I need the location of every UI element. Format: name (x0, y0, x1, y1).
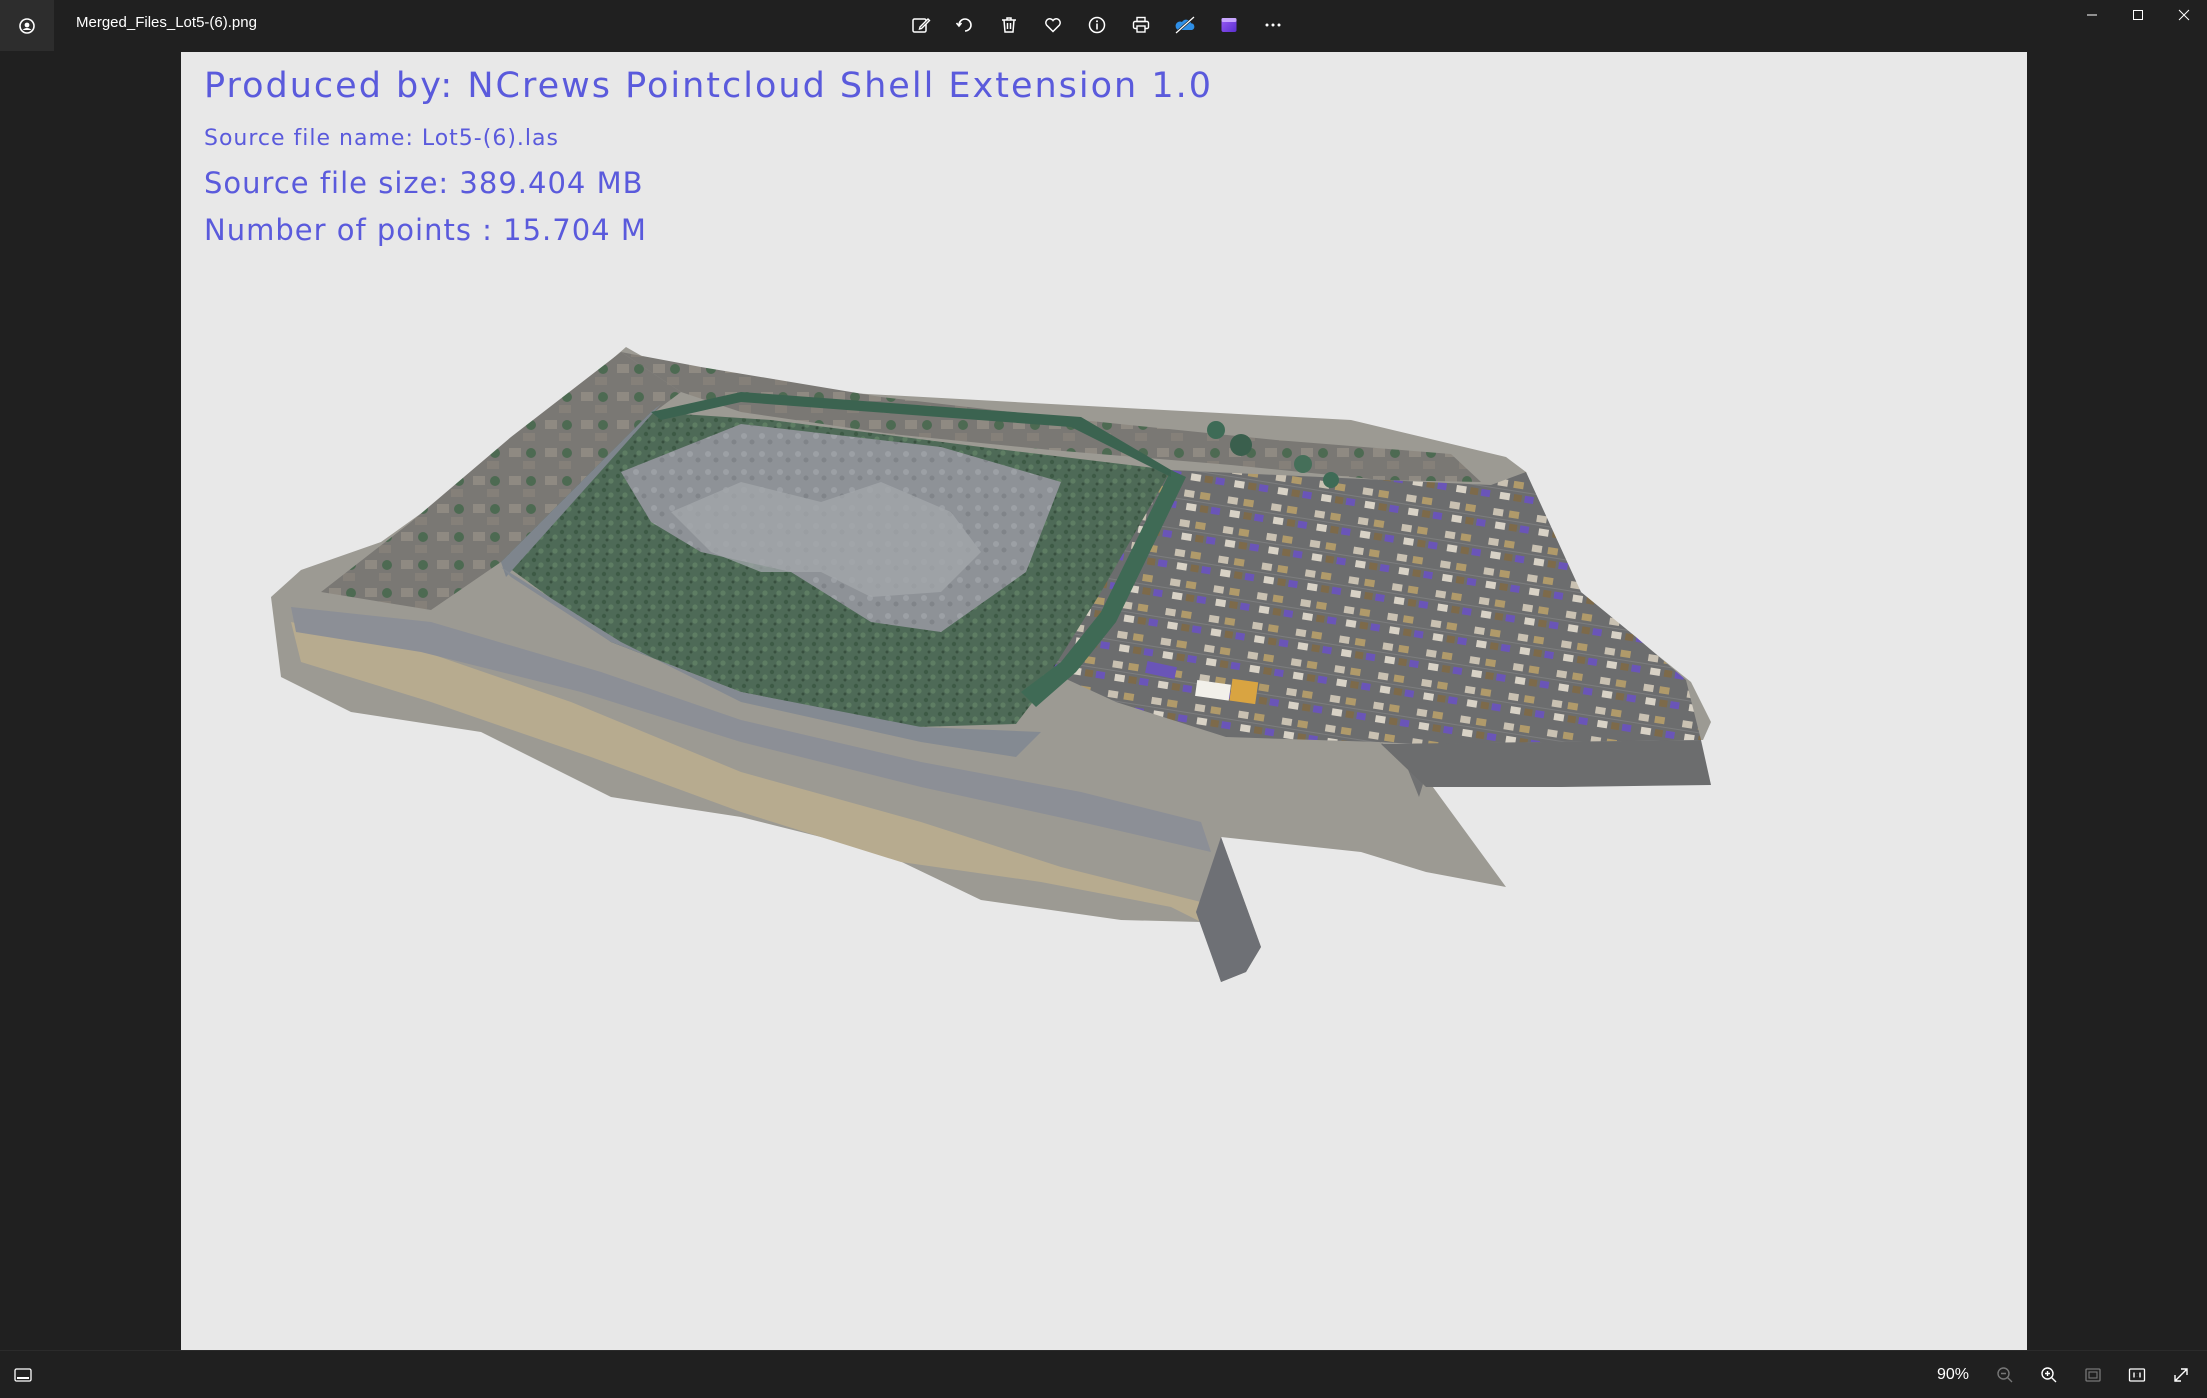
zoom-controls: 90% (1937, 1359, 2199, 1391)
zoom-out-icon[interactable] (1987, 1359, 2023, 1391)
delete-icon[interactable] (991, 7, 1027, 43)
edit-image-icon[interactable] (903, 7, 939, 43)
point-cloud-render (271, 347, 1711, 982)
photos-app-icon[interactable] (0, 0, 54, 51)
title-bar: Merged_Files_Lot5-(6).png (0, 0, 2207, 51)
clipchamp-icon[interactable] (1211, 7, 1247, 43)
zoom-in-icon[interactable] (2031, 1359, 2067, 1391)
more-icon[interactable] (1255, 7, 1291, 43)
fullscreen-icon[interactable] (2163, 1359, 2199, 1391)
close-icon[interactable] (2161, 0, 2207, 30)
print-icon[interactable] (1123, 7, 1159, 43)
favorite-icon[interactable] (1035, 7, 1071, 43)
file-name-title: Merged_Files_Lot5-(6).png (76, 14, 257, 31)
zoom-level-label: 90% (1936, 1366, 1969, 1383)
image-viewer[interactable]: Produced by: NCrews Pointcloud Shell Ext… (0, 51, 2207, 1350)
toolbar (903, 7, 1291, 43)
fit-to-window-icon[interactable] (2075, 1359, 2111, 1391)
filmstrip-toggle-icon[interactable] (10, 1363, 36, 1387)
onedrive-icon[interactable] (1167, 7, 1203, 43)
minimize-icon[interactable] (2069, 0, 2115, 30)
maximize-icon[interactable] (2115, 0, 2161, 30)
info-icon[interactable] (1079, 7, 1115, 43)
window-controls (2069, 0, 2207, 30)
displayed-image[interactable]: Produced by: NCrews Pointcloud Shell Ext… (181, 52, 2027, 1350)
status-bar: 90% (0, 1350, 2207, 1398)
rotate-icon[interactable] (947, 7, 983, 43)
actual-size-icon[interactable] (2119, 1359, 2155, 1391)
